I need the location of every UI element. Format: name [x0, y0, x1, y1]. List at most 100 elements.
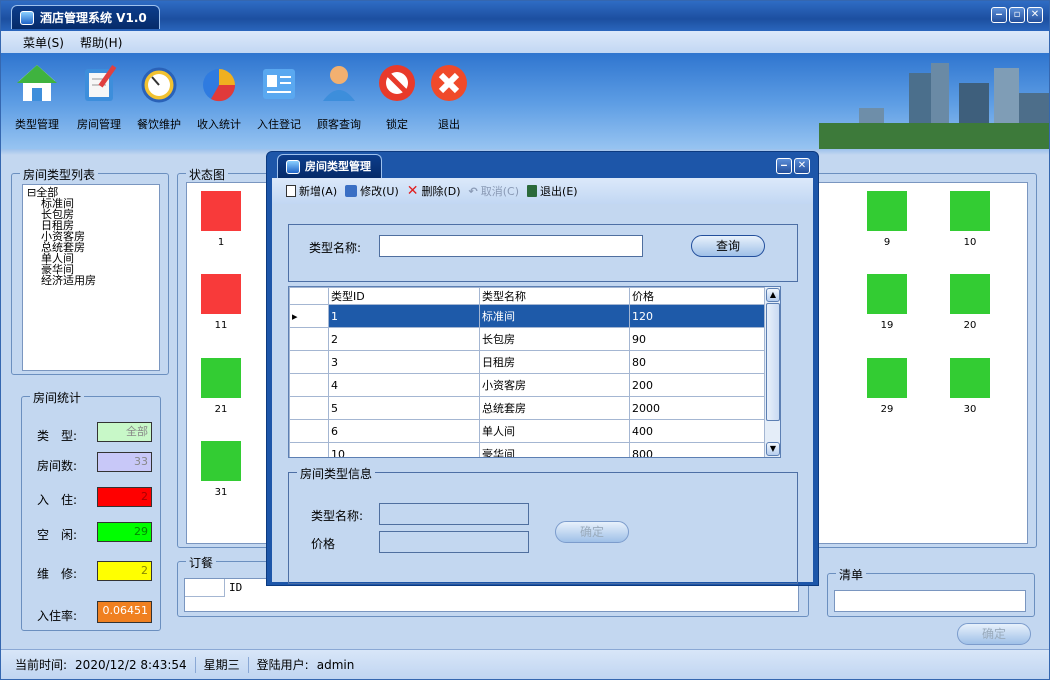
info-confirm-button[interactable]: 确定 [555, 521, 629, 543]
cell-id[interactable]: 2 [328, 327, 480, 351]
grid-row[interactable]: 6 单人间 400 [289, 419, 780, 443]
delete-button[interactable]: ✕ 删除(D) [407, 183, 461, 199]
minimize-icon[interactable]: ‒ [991, 7, 1007, 23]
room-tile[interactable] [950, 358, 990, 398]
row-header[interactable]: ▸ [289, 304, 329, 328]
row-header[interactable] [289, 442, 329, 457]
tree-item-economy[interactable]: 经济适用房 [27, 275, 155, 286]
room-tile[interactable] [201, 274, 241, 314]
toolbar-catering-button[interactable]: 餐饮维护 [131, 61, 187, 132]
grid-row[interactable]: 4 小资客房 200 [289, 373, 780, 397]
cell-id[interactable]: 4 [328, 373, 480, 397]
toolbar-customer-query-button[interactable]: 顾客查询 [311, 61, 367, 132]
menu-item-menu[interactable]: 菜单(S) [23, 34, 64, 51]
user-label: 登陆用户: [256, 658, 309, 672]
no-entry-icon [379, 65, 415, 101]
close-icon[interactable]: ✕ [1027, 7, 1043, 23]
notepad-icon [85, 65, 117, 101]
toolbar-lock-button[interactable]: 锁定 [369, 61, 425, 132]
toolbar-room-manage-button[interactable]: 房间管理 [71, 61, 127, 132]
cell-name[interactable]: 标准间 [479, 304, 630, 328]
pie-chart-icon [203, 69, 236, 102]
maximize-icon[interactable]: ▫ [1009, 7, 1025, 23]
order-col-id: ID [229, 581, 243, 594]
cell-name[interactable]: 小资客房 [479, 373, 630, 397]
list-group: 清单 [827, 566, 1035, 617]
toolbar-checkin-button[interactable]: 入住登记 [251, 61, 307, 132]
room-type-grid[interactable]: 类型ID 类型名称 价格 ▸ 1 标准间 120 2 长包房 90 3 日租房 80 4 小资客房 20… [288, 286, 781, 458]
grid-row[interactable]: 5 总统套房 2000 [289, 396, 780, 420]
cell-id[interactable]: 6 [328, 419, 480, 443]
cell-price[interactable]: 200 [629, 373, 780, 397]
room-tile[interactable] [201, 441, 241, 481]
room-number: 9 [883, 237, 891, 248]
cell-id[interactable]: 10 [328, 442, 480, 457]
cell-price[interactable]: 120 [629, 304, 780, 328]
row-header[interactable] [289, 350, 329, 374]
room-number: 1 [217, 237, 225, 248]
dialog-close-icon[interactable]: ✕ [794, 158, 810, 174]
dialog-title-tab: 房间类型管理 [277, 154, 382, 178]
row-header[interactable] [289, 327, 329, 351]
grid-scrollbar[interactable]: ▲ ▼ [764, 287, 780, 457]
dialog-minimize-icon[interactable]: ‒ [776, 158, 792, 174]
room-type-info-title: 房间类型信息 [297, 465, 376, 482]
cell-price[interactable]: 800 [629, 442, 780, 457]
cell-price[interactable]: 90 [629, 327, 780, 351]
room-tile[interactable] [201, 358, 241, 398]
scroll-up-icon[interactable]: ▲ [766, 288, 780, 302]
cell-id[interactable]: 5 [328, 396, 480, 420]
list-title: 清单 [836, 566, 867, 583]
room-tile[interactable] [950, 191, 990, 231]
stat-free-label: 空 闲: [37, 528, 78, 542]
cell-name[interactable]: 总统套房 [479, 396, 630, 420]
info-name-input[interactable] [379, 503, 529, 525]
list-confirm-button[interactable]: 确定 [957, 623, 1031, 645]
scroll-thumb[interactable] [766, 303, 780, 421]
title-bar[interactable]: 酒店管理系统 V1.0 ‒ ▫ ✕ [1, 1, 1049, 31]
toolbar-exit-button[interactable]: 退出 [421, 61, 477, 132]
room-tile[interactable] [201, 191, 241, 231]
cancel-button[interactable]: ↶ 取消(C) [469, 183, 519, 199]
room-tile[interactable] [950, 274, 990, 314]
room-tile[interactable] [867, 358, 907, 398]
status-bar: 当前时间: 2020/12/2 8:43:54 星期三 登陆用户: admin [1, 649, 1049, 679]
col-header-price[interactable]: 价格 [629, 287, 780, 305]
cell-name[interactable]: 日租房 [479, 350, 630, 374]
grid-row[interactable]: 2 长包房 90 [289, 327, 780, 351]
col-header-name[interactable]: 类型名称 [479, 287, 630, 305]
cell-price[interactable]: 2000 [629, 396, 780, 420]
row-header[interactable] [289, 373, 329, 397]
cell-name[interactable]: 长包房 [479, 327, 630, 351]
grid-row[interactable]: ▸ 1 标准间 120 [289, 304, 780, 328]
query-button[interactable]: 查询 [691, 235, 765, 257]
room-type-tree[interactable]: ⊟全部 标准间 长包房 日租房 小资客房 总统套房 单人间 豪华间 经济适用房 [22, 184, 160, 371]
cell-price[interactable]: 400 [629, 419, 780, 443]
scroll-down-icon[interactable]: ▼ [766, 442, 780, 456]
col-header-id[interactable]: 类型ID [328, 287, 480, 305]
cell-name[interactable]: 单人间 [479, 419, 630, 443]
info-price-input[interactable] [379, 531, 529, 553]
grid-row[interactable]: 10 豪华间 800 [289, 442, 780, 457]
app-icon [20, 10, 34, 25]
toolbar-type-manage-button[interactable]: 类型管理 [9, 61, 65, 132]
info-price-label: 价格 [311, 537, 336, 551]
cell-id[interactable]: 1 [328, 304, 480, 328]
cell-name[interactable]: 豪华间 [479, 442, 630, 457]
room-tile[interactable] [867, 191, 907, 231]
grid-body: ▸ 1 标准间 120 2 长包房 90 3 日租房 80 4 小资客房 200 5 总统套房 2000 6 单人… [289, 304, 780, 457]
row-header[interactable] [289, 419, 329, 443]
grid-row[interactable]: 3 日租房 80 [289, 350, 780, 374]
row-header[interactable] [289, 396, 329, 420]
room-tile[interactable] [867, 274, 907, 314]
list-box[interactable] [834, 590, 1026, 612]
room-number: 19 [880, 320, 894, 331]
type-name-search-input[interactable] [379, 235, 643, 257]
toolbar-income-stats-button[interactable]: 收入统计 [191, 61, 247, 132]
menu-item-help[interactable]: 帮助(H) [80, 34, 122, 51]
edit-button[interactable]: 修改(U) [345, 183, 399, 199]
cell-id[interactable]: 3 [328, 350, 480, 374]
cell-price[interactable]: 80 [629, 350, 780, 374]
new-button[interactable]: 新增(A) [286, 183, 337, 199]
exit-button[interactable]: 退出(E) [527, 183, 578, 199]
